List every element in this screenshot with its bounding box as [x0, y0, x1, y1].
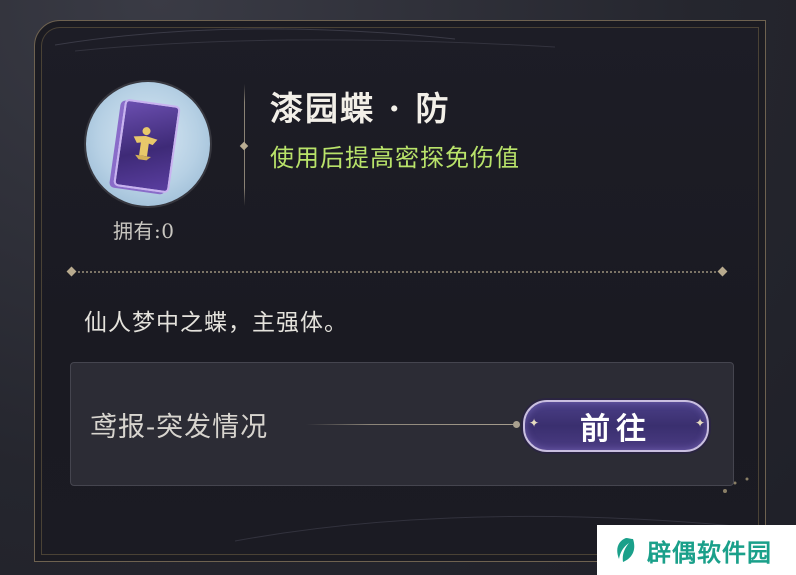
item-effect: 使用后提高密探免伤值 — [270, 144, 520, 172]
item-name: 漆园蝶 · 防 — [270, 89, 451, 128]
goto-button[interactable]: 前往 — [523, 400, 709, 452]
section-divider — [66, 266, 728, 277]
source-label: 鸢报-突发情况 — [90, 412, 269, 443]
divider-line — [78, 271, 716, 273]
sparkle-left-icon: ✦ — [529, 416, 540, 430]
owned-count: 拥有:0 — [113, 219, 175, 243]
watermark: 辟偶软件园 — [597, 525, 796, 575]
watermark-logo-icon — [617, 538, 635, 562]
sparkle-right-icon: ✦ — [695, 416, 706, 430]
butterfly-emblem-icon — [133, 127, 158, 161]
source-connector-dot — [513, 421, 520, 428]
watermark-text: 辟偶软件园 — [647, 538, 772, 567]
item-description: 仙人梦中之蝶，主强体。 — [84, 310, 348, 336]
source-connector-line — [306, 424, 518, 425]
